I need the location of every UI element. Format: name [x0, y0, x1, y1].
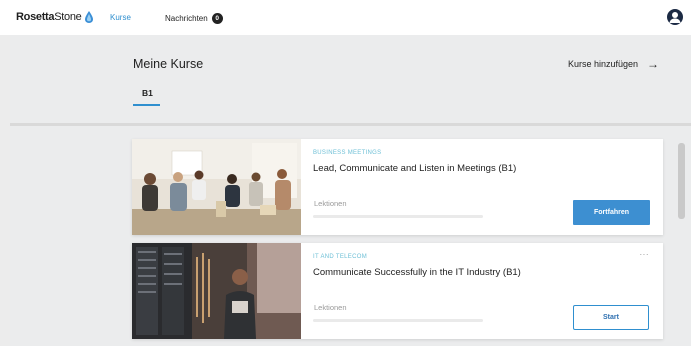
page-title: Meine Kurse — [133, 57, 204, 71]
course-card[interactable]: IT AND TELECOM ··· Communicate Successfu… — [132, 243, 663, 339]
nav-tab-messages[interactable]: Nachrichten 0 — [165, 13, 223, 24]
lessons-progress-bar — [313, 319, 483, 322]
course-category: BUSINESS MEETINGS — [313, 150, 382, 156]
rosetta-drop-icon — [84, 11, 93, 23]
course-category: IT AND TELECOM — [313, 254, 367, 260]
course-title[interactable]: Communicate Successfully in the IT Indus… — [313, 267, 521, 278]
add-courses-label: Kurse hinzufügen — [567, 59, 638, 69]
lessons-label: Lektionen — [314, 199, 347, 208]
rosetta-stone-logo[interactable]: Rosetta Stone — [16, 11, 93, 23]
lessons-progress-bar — [313, 215, 483, 218]
meeting-photo-icon — [132, 139, 301, 235]
top-navigation-bar: Rosetta Stone Kurse Nachrichten 0 — [0, 0, 691, 35]
messages-count-badge: 0 — [211, 13, 223, 24]
user-avatar-icon[interactable] — [667, 9, 683, 25]
page-header: Meine Kurse Kurse hinzufügen → B1 — [10, 35, 691, 123]
nav-tab-courses[interactable]: Kurse — [110, 13, 131, 22]
continue-button[interactable]: Fortfahren — [573, 200, 650, 225]
tab-b1[interactable]: B1 — [142, 88, 153, 98]
lessons-label: Lektionen — [314, 303, 347, 312]
course-title[interactable]: Lead, Communicate and Listen in Meetings… — [313, 163, 516, 174]
arrow-right-icon: → — [647, 56, 659, 71]
course-card[interactable]: BUSINESS MEETINGS Lead, Communicate and … — [132, 139, 663, 235]
start-button[interactable]: Start — [573, 305, 649, 330]
nav-messages-label: Nachrichten — [165, 14, 208, 23]
active-tab-indicator — [133, 104, 160, 106]
vertical-scrollbar[interactable] — [678, 143, 685, 219]
more-options-icon[interactable]: ··· — [640, 250, 650, 259]
logo-text-bold: Rosetta — [16, 11, 55, 23]
add-courses-link[interactable]: Kurse hinzufügen → — [567, 56, 659, 71]
server-room-photo-icon — [132, 243, 301, 339]
logo-text: Stone — [54, 11, 82, 23]
